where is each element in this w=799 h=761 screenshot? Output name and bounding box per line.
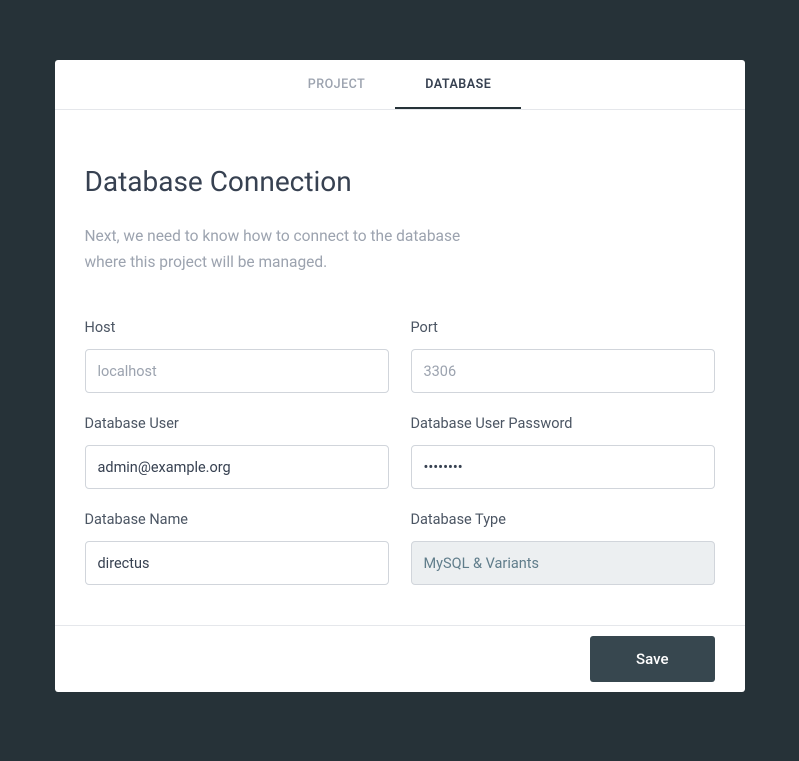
database-connection-modal: PROJECT DATABASE Database Connection Nex… xyxy=(55,60,745,692)
port-input[interactable] xyxy=(411,349,715,393)
field-name: Database Name xyxy=(85,511,389,585)
type-label: Database Type xyxy=(411,511,715,528)
password-label: Database User Password xyxy=(411,415,715,432)
field-type: Database Type xyxy=(411,511,715,585)
user-input[interactable] xyxy=(85,445,389,489)
tab-database[interactable]: DATABASE xyxy=(395,60,521,109)
user-label: Database User xyxy=(85,415,389,432)
field-host: Host xyxy=(85,319,389,393)
page-title: Database Connection xyxy=(85,165,715,198)
modal-footer: Save xyxy=(55,625,745,692)
host-input[interactable] xyxy=(85,349,389,393)
name-label: Database Name xyxy=(85,511,389,528)
tab-project[interactable]: PROJECT xyxy=(278,60,396,109)
field-port: Port xyxy=(411,319,715,393)
page-subtitle: Next, we need to know how to connect to … xyxy=(85,224,505,275)
port-label: Port xyxy=(411,319,715,336)
type-input[interactable] xyxy=(411,541,715,585)
password-input[interactable] xyxy=(411,445,715,489)
name-input[interactable] xyxy=(85,541,389,585)
save-button[interactable]: Save xyxy=(590,636,714,682)
form-grid: Host Port Database User Database User Pa… xyxy=(85,319,715,585)
tabs: PROJECT DATABASE xyxy=(55,60,745,110)
host-label: Host xyxy=(85,319,389,336)
field-password: Database User Password xyxy=(411,415,715,489)
field-user: Database User xyxy=(85,415,389,489)
modal-content: Database Connection Next, we need to kno… xyxy=(55,110,745,625)
